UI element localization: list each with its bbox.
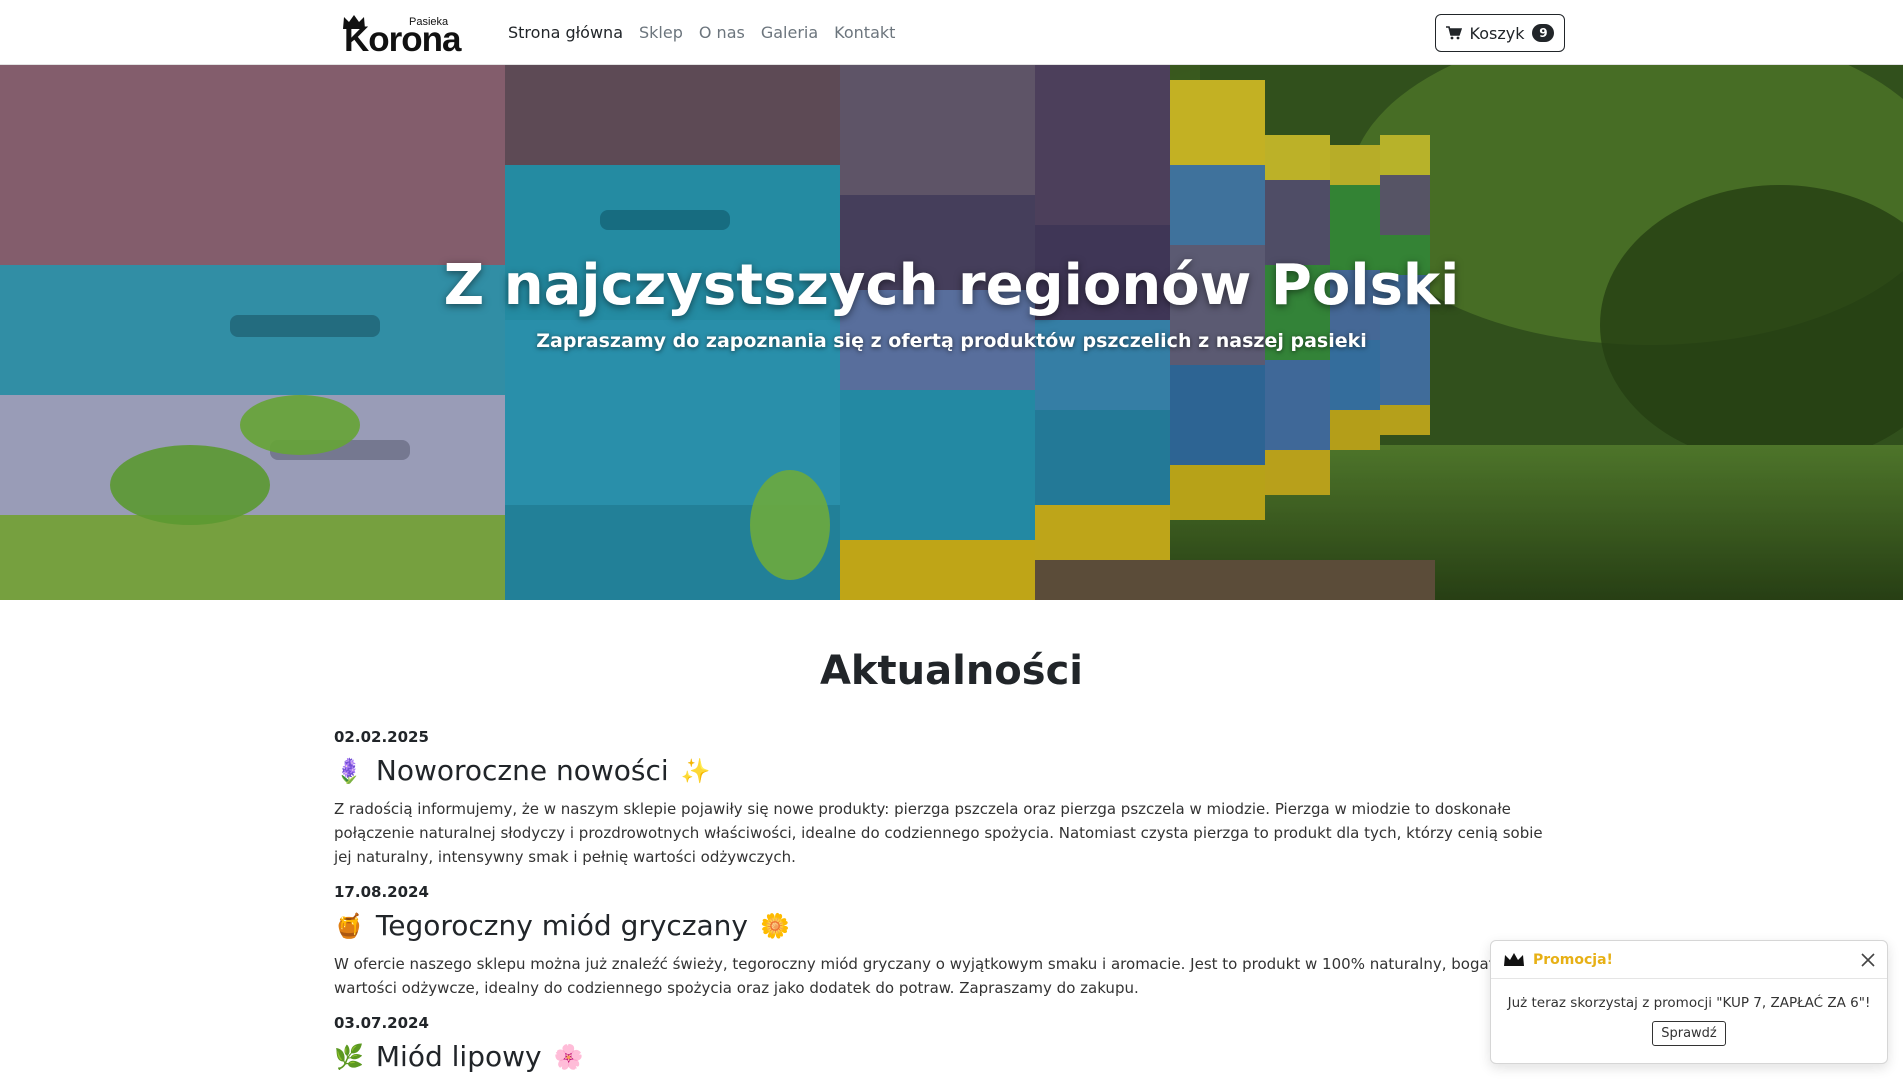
news-text: W ofercie naszego sklepu można już znale…	[334, 955, 1521, 997]
news-title: 🌿 Miód lipowy 🌸	[334, 1040, 1564, 1073]
nav-link-about[interactable]: O nas	[699, 23, 745, 42]
check-promo-button[interactable]: Sprawdź	[1652, 1021, 1726, 1046]
crown-icon	[1504, 953, 1524, 966]
toast-title: Promocja!	[1533, 951, 1613, 968]
hyacinth-icon: 🪻	[334, 756, 364, 785]
news-title: 🍯 Tegoroczny miód gryczany 🌼	[334, 909, 1564, 942]
news-item: 02.02.2025 🪻 Noworoczne nowości ✨ Z rado…	[334, 728, 1564, 869]
hero-banner: Z najczystszych regionów Polski Zaprasza…	[0, 65, 1903, 600]
news-title-text: Noworoczne nowości	[375, 754, 669, 787]
cart-count-badge: 9	[1532, 24, 1555, 42]
news-date: 02.02.2025	[334, 728, 429, 746]
hero-title: Z najczystszych regionów Polski	[443, 253, 1460, 318]
news-date: 03.07.2024	[334, 1014, 429, 1032]
nav-link-contact[interactable]: Kontakt	[834, 23, 895, 42]
news-title-text: Miód lipowy	[375, 1040, 542, 1073]
news-item: 03.07.2024 🌿 Miód lipowy 🌸	[334, 1014, 1564, 1073]
blossom-icon: 🌼	[759, 911, 790, 940]
honey-pot-icon: 🍯	[334, 911, 364, 940]
toast-header: Promocja!	[1491, 941, 1887, 979]
toast-message: Już teraz skorzystaj z promocji "KUP 7, …	[1507, 995, 1871, 1011]
nav-link-gallery[interactable]: Galeria	[761, 23, 818, 42]
sparkles-icon: ✨	[680, 756, 711, 785]
cart-icon	[1445, 26, 1462, 40]
cherry-blossom-icon: 🌸	[553, 1042, 584, 1071]
news-title: 🪻 Noworoczne nowości ✨	[334, 754, 1564, 787]
news-title-text: Tegoroczny miód gryczany	[375, 909, 748, 942]
brand-name: Korona	[344, 20, 461, 59]
brand-logo[interactable]: Pasieka Korona	[342, 12, 461, 59]
nav-link-shop[interactable]: Sklep	[639, 23, 683, 42]
navbar: Pasieka Korona Strona główna Sklep O nas…	[0, 0, 1903, 65]
news-text: Z radością informujemy, że w naszym skle…	[334, 800, 1543, 866]
news-item: 17.08.2024 🍯 Tegoroczny miód gryczany 🌼 …	[334, 883, 1564, 1000]
news-heading: Aktualności	[819, 648, 1084, 694]
promo-toast: Promocja! Już teraz skorzystaj z promocj…	[1490, 940, 1888, 1064]
main-nav: Strona główna Sklep O nas Galeria Kontak…	[508, 23, 895, 42]
close-icon[interactable]	[1859, 951, 1877, 969]
news-list: 02.02.2025 🪻 Noworoczne nowości ✨ Z rado…	[334, 728, 1564, 1087]
cart-label: Koszyk	[1469, 23, 1525, 43]
news-date: 17.08.2024	[334, 883, 429, 901]
herb-icon: 🌿	[334, 1042, 364, 1071]
toast-body: Już teraz skorzystaj z promocji "KUP 7, …	[1491, 979, 1887, 1046]
nav-link-home[interactable]: Strona główna	[508, 23, 623, 42]
hero-subtitle: Zapraszamy do zapoznania się z ofertą pr…	[536, 330, 1367, 352]
cart-button[interactable]: Koszyk 9	[1435, 14, 1565, 52]
